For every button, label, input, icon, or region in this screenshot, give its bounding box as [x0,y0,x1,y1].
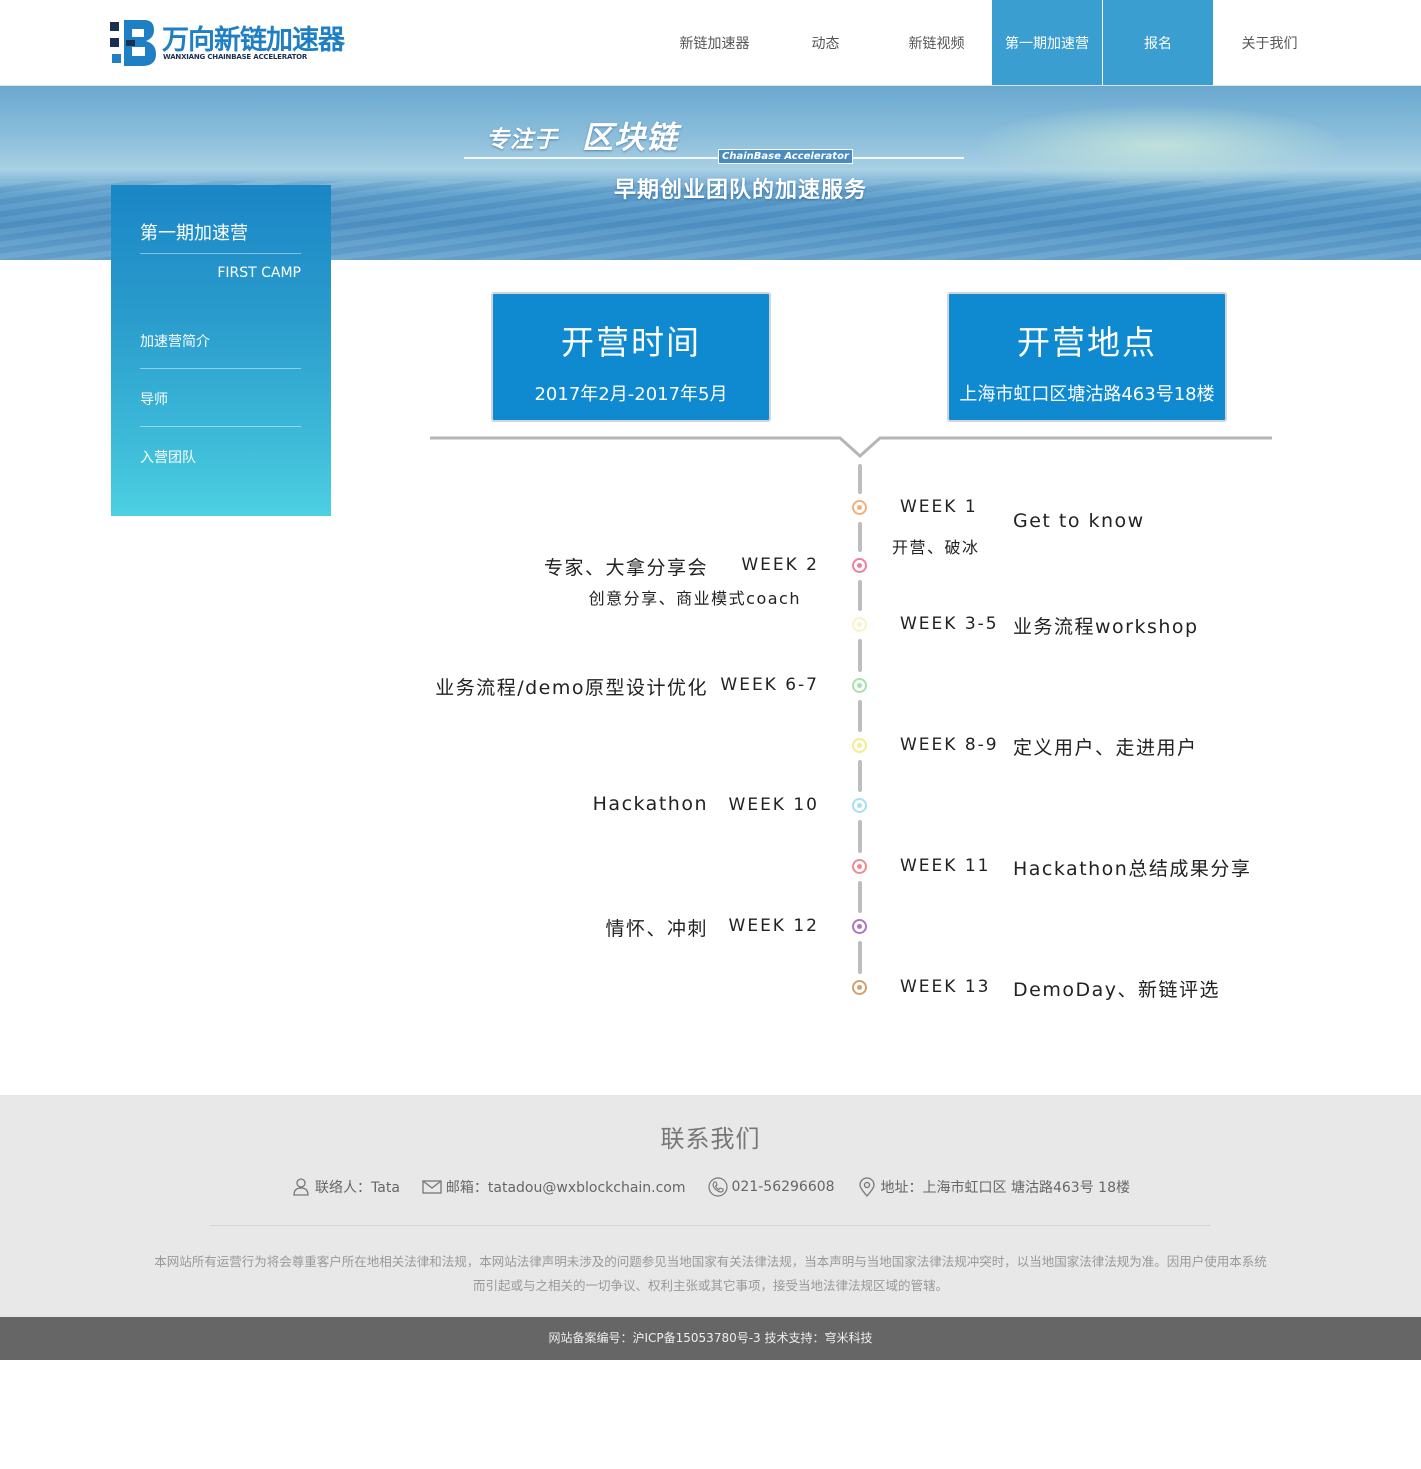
footer-legal-line: 本网站所有运营行为将会尊重客户所在地相关法律和法规，本网站法律声明未涉及的问题参… [154,1254,1267,1269]
camp-time-card: 开营时间 2017年2月-2017年5月 [491,292,771,422]
camp-place-title: 开营地点 [1017,323,1157,362]
brand-subtitle: WANXIANG CHAINBASE ACCELERATOR [163,53,308,61]
timeline-dot [852,980,867,995]
timeline-dot [852,617,867,632]
camp-time-title: 开营时间 [561,323,701,362]
timeline-event: DemoDay、新链评选 [1013,979,1220,1001]
main-nav: 新链加速器 动态 新链视频 第一期加速营 报名 关于我们 [659,0,1325,86]
timeline-event: 业务流程workshop [1013,616,1199,638]
timeline-connector [858,639,862,672]
site-footer: 联系我们 联络人：Tata 邮箱：tatadou@wxblockchain.co… [0,1095,1421,1317]
banner-glow [980,106,1340,186]
timeline-connector [858,760,862,792]
nav-item-accelerator[interactable]: 新链加速器 [659,0,770,85]
timeline-week: WEEK 8-9 [900,735,999,755]
person-icon [293,1178,309,1196]
timeline-connector [858,881,862,913]
nav-item-video[interactable]: 新链视频 [881,0,992,85]
camp-place-value: 上海市虹口区塘沽路463号18楼 [959,384,1215,405]
timeline-week: WEEK 1 [900,497,978,517]
footer-phone[interactable]: 021-56296608 [707,1177,835,1197]
timeline-week: WEEK 10 [728,795,819,815]
timeline-connector [858,820,862,853]
timeline-week: WEEK 12 [728,916,819,936]
slogan-subtitle: 早期创业团队的加速服务 [614,178,868,203]
timeline-dot [852,919,867,934]
section-divider [430,436,1272,459]
sidebar: 第一期加速营 FIRST CAMP 加速营简介 导师 入营团队 [111,185,331,516]
timeline-dot [852,558,867,573]
timeline-week: WEEK 3-5 [900,614,999,634]
footer-address-label: 地址：上海市虹口区 塘沽路463号 18楼 [880,1180,1130,1196]
timeline-connector [858,522,862,552]
timeline-dot [852,678,867,693]
footer-divider [210,1225,1211,1226]
nav-item-about[interactable]: 关于我们 [1214,0,1325,85]
timeline-week: WEEK 2 [741,555,819,575]
timeline-week: WEEK 13 [900,977,991,997]
timeline-week: WEEK 6-7 [720,675,819,695]
timeline-connector [858,580,862,611]
slogan-prefix: 专注于 [486,127,558,153]
footer-contact-person: 联络人：Tata [291,1177,400,1197]
timeline-event: Hackathon [592,793,708,815]
nav-item-news[interactable]: 动态 [770,0,881,85]
timeline-dot [852,859,867,874]
timeline-dot [852,738,867,753]
phone-icon [707,1177,728,1197]
logo-icon [110,20,156,66]
brand-logo[interactable]: 万向新链加速器 WANXIANG CHAINBASE ACCELERATOR [110,16,345,70]
timeline-dot [852,500,867,515]
footer-email-label: 邮箱：tatadou@wxblockchain.com [445,1180,686,1196]
sidebar-title: 第一期加速营 [140,223,248,244]
footer-record-bar: 网站备案编号：沪ICP备15053780号-3 技术支持：穹米科技 [0,1317,1421,1360]
footer-phone-label: 021-56296608 [731,1179,835,1195]
nav-item-first-camp[interactable]: 第一期加速营 [992,0,1103,85]
timeline-event: 情怀、冲刺 [605,918,708,940]
timeline-week: WEEK 11 [900,856,991,876]
sidebar-item-mentors[interactable]: 导师 [140,389,168,409]
sidebar-subtitle: FIRST CAMP [217,265,301,281]
sidebar-divider [140,368,301,369]
sidebar-item-teams[interactable]: 入营团队 [140,447,196,467]
camp-time-value: 2017年2月-2017年5月 [534,384,728,405]
sidebar-divider [140,426,301,427]
footer-email[interactable]: 邮箱：tatadou@wxblockchain.com [422,1177,686,1197]
camp-place-card: 开营地点 上海市虹口区塘沽路463号18楼 [947,292,1227,422]
location-pin-icon [858,1177,875,1197]
timeline-event: 业务流程/demo原型设计优化 [435,677,708,699]
timeline-connector [858,700,862,732]
nav-item-signup[interactable]: 报名 [1103,0,1214,85]
sidebar-item-intro[interactable]: 加速营简介 [140,331,210,351]
timeline-connector [858,941,862,974]
footer-title: 联系我们 [660,1125,761,1153]
footer-legal: 本网站所有运营行为将会尊重客户所在地相关法律和法规，本网站法律声明未涉及的问题参… [120,1250,1301,1298]
footer-legal-line: 而引起或与之相关的一切争议、权利主张或其它事项，接受当地法律法规区域的管辖。 [472,1278,948,1293]
footer-contact-label: 联络人：Tata [315,1180,400,1196]
sidebar-divider [140,253,301,254]
timeline-event: Hackathon总结成果分享 [1013,858,1252,880]
timeline-dot [852,798,867,813]
footer-contacts: 联络人：Tata 邮箱：tatadou@wxblockchain.com 021… [0,1177,1421,1197]
timeline-note: 开营、破冰 [892,538,980,557]
timeline-connector [858,464,862,494]
slogan-tag: ChainBase Accelerator [718,149,853,164]
timeline-event: Get to know [1013,510,1145,532]
mail-icon [422,1180,442,1194]
timeline-event: 专家、大拿分享会 [543,557,708,579]
slogan-divider [464,157,964,159]
slogan-main: 区块链 [582,120,678,156]
brand-title: 万向新链加速器 [162,25,345,56]
timeline-note: 创意分享、商业模式coach [588,589,801,608]
timeline-event: 定义用户、走进用户 [1013,737,1198,759]
site-header: 万向新链加速器 WANXIANG CHAINBASE ACCELERATOR 新… [0,0,1421,86]
footer-address: 地址：上海市虹口区 塘沽路463号 18楼 [857,1177,1130,1197]
